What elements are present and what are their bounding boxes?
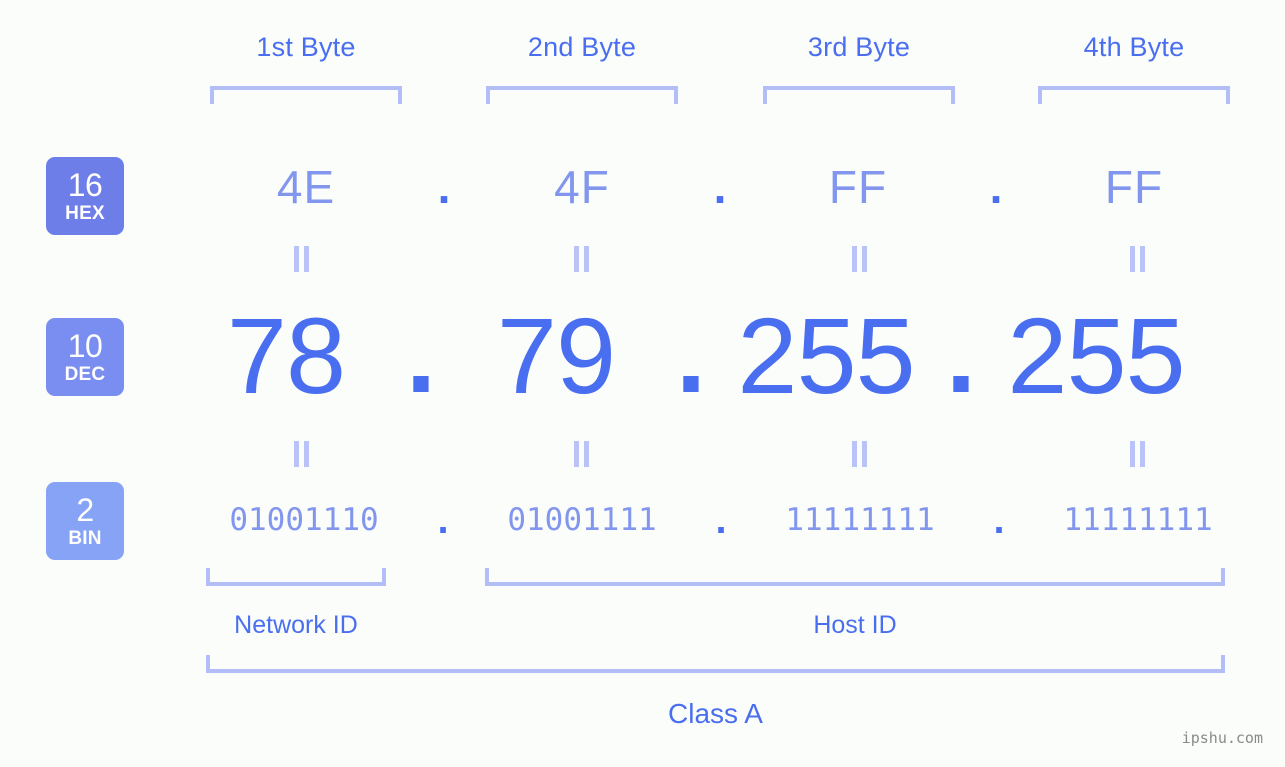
bin-separator-3: .: [993, 497, 1005, 542]
equals-icon-dec-bin-1: [290, 441, 312, 467]
byte-bracket-2: [486, 86, 678, 104]
equals-icon-dec-bin-3: [848, 441, 870, 467]
byte-header-3: 3rd Byte: [807, 32, 911, 62]
host-id-bracket: [485, 568, 1225, 586]
hex-separator-3: .: [989, 160, 1003, 213]
byte-bracket-3: [763, 86, 955, 104]
ip-address-breakdown-diagram: 1st Byte 2nd Byte 3rd Byte 4th Byte 16 H…: [0, 0, 1285, 767]
dec-separator-1: .: [405, 294, 436, 416]
base-badge-bin-number: 2: [76, 492, 94, 528]
bin-value-row: 01001110 . 01001111 . 11111111 . 1111111…: [150, 494, 1285, 546]
dec-octet-3: 255: [737, 294, 915, 416]
dec-octet-4: 255: [1007, 294, 1185, 416]
class-label: Class A: [668, 698, 763, 729]
hex-octet-1: 4E: [276, 161, 336, 213]
class-bracket: [206, 655, 1225, 673]
base-badge-dec: 10 DEC: [46, 318, 124, 396]
bin-separator-1: .: [437, 497, 449, 542]
network-id-bracket: [206, 568, 386, 586]
byte-header-4: 4th Byte: [1083, 32, 1185, 62]
hex-octet-4: FF: [1104, 161, 1164, 213]
host-id-label: Host ID: [813, 611, 897, 639]
equals-icon-hex-dec-4: [1126, 246, 1148, 272]
equals-icon-hex-dec-2: [570, 246, 592, 272]
dec-value-row: 78 . 79 . 255 . 255: [150, 292, 1285, 418]
base-badge-hex: 16 HEX: [46, 157, 124, 235]
byte-header-2: 2nd Byte: [527, 32, 637, 62]
base-badge-dec-abbr: DEC: [64, 364, 106, 385]
hex-octet-2: 4F: [554, 161, 610, 213]
bin-separator-2: .: [715, 497, 727, 542]
bin-octet-4: 11111111: [1063, 502, 1213, 538]
dec-separator-3: .: [945, 294, 976, 416]
bin-octet-1: 01001110: [229, 502, 379, 538]
equals-icon-hex-dec-1: [290, 246, 312, 272]
bin-octet-2: 01001111: [507, 502, 657, 538]
byte-bracket-4: [1038, 86, 1230, 104]
hex-value-row: 4E . 4F . FF . FF: [150, 152, 1285, 222]
base-badge-bin: 2 BIN: [46, 482, 124, 560]
equals-icon-dec-bin-4: [1126, 441, 1148, 467]
hex-octet-3: FF: [828, 161, 888, 213]
network-id-label: Network ID: [234, 611, 358, 639]
bin-octet-3: 11111111: [785, 502, 935, 538]
base-badge-hex-abbr: HEX: [65, 203, 105, 224]
hex-separator-2: .: [713, 160, 727, 213]
base-badge-dec-number: 10: [67, 328, 103, 364]
site-watermark: ipshu.com: [1181, 729, 1263, 747]
base-badge-hex-number: 16: [67, 167, 103, 203]
equals-icon-hex-dec-3: [848, 246, 870, 272]
dec-octet-1: 78: [226, 294, 346, 416]
byte-header-1: 1st Byte: [256, 32, 356, 62]
equals-icon-dec-bin-2: [570, 441, 592, 467]
hex-separator-1: .: [437, 160, 451, 213]
byte-bracket-1: [210, 86, 402, 104]
dec-octet-2: 79: [496, 294, 616, 416]
base-badge-bin-abbr: BIN: [68, 528, 102, 549]
dec-separator-2: .: [675, 294, 706, 416]
